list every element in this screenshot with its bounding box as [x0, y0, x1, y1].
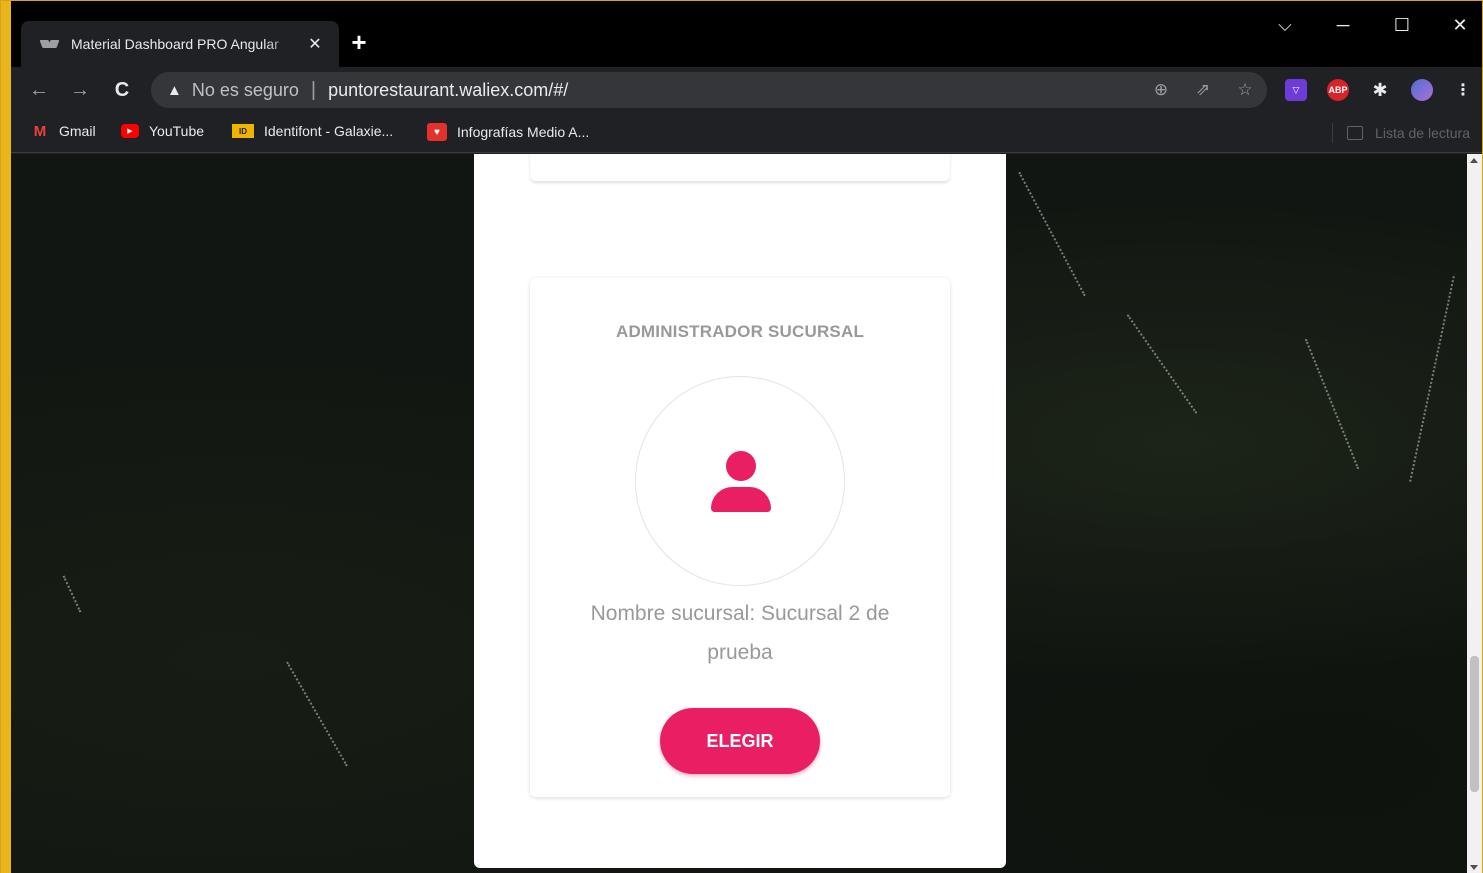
person-icon	[710, 451, 772, 513]
puzzle-icon[interactable]: ✱	[1369, 79, 1391, 101]
scrollbar-thumb[interactable]	[1470, 656, 1479, 792]
adblock-icon[interactable]: ABP	[1327, 79, 1349, 101]
reading-list-label: Lista de lectura	[1375, 125, 1470, 141]
bookmark-label: Infografías Medio A...	[457, 124, 590, 140]
youtube-icon: ▶	[121, 124, 139, 138]
background-stream	[1018, 171, 1086, 297]
bookmark-youtube[interactable]: ▶ YouTube	[121, 123, 204, 139]
choose-button[interactable]: ELEGIR	[660, 708, 820, 774]
content-panel: ADMINISTRADOR SUCURSAL Nombre sucursal: …	[474, 154, 1006, 868]
bookmark-infografias[interactable]: ♥ Infografías Medio A...	[427, 123, 589, 141]
reload-button[interactable]: C	[110, 79, 134, 102]
identifont-icon: ID	[232, 124, 254, 138]
bookmarks-bar: M Gmail ▶ YouTube ID Identifont - Galaxi…	[11, 113, 1482, 153]
warning-icon[interactable]: ▲	[167, 82, 182, 99]
gmail-icon: M	[33, 122, 47, 140]
window-close-icon[interactable]: ✕	[1448, 15, 1472, 36]
star-icon[interactable]: ☆	[1235, 80, 1255, 100]
tab-title: Material Dashboard PRO Angular	[71, 36, 279, 52]
role-title: ADMINISTRADOR SUCURSAL	[615, 322, 865, 341]
new-tab-button[interactable]: +	[345, 29, 373, 57]
url-text[interactable]: puntorestaurant.waliex.com/#/	[328, 80, 568, 101]
maximize-icon[interactable]: ☐	[1390, 15, 1414, 36]
bookmarks-divider	[1332, 123, 1334, 143]
address-bar[interactable]: ▲ No es seguro | puntorestaurant.waliex.…	[151, 72, 1267, 108]
forward-button[interactable]: →	[68, 79, 92, 102]
reading-list-icon	[1347, 126, 1364, 140]
zoom-icon[interactable]: ⊕	[1151, 80, 1171, 100]
scroll-up-icon[interactable]	[1470, 158, 1478, 163]
back-button[interactable]: ←	[27, 79, 51, 102]
avatar-icon[interactable]	[1411, 79, 1433, 101]
bookmark-identifont[interactable]: ID Identifont - Galaxie...	[232, 123, 393, 139]
background-stream	[1126, 314, 1198, 414]
minimize-icon[interactable]: ─	[1331, 15, 1355, 36]
scroll-down-icon[interactable]	[1470, 865, 1478, 870]
background-stream	[286, 661, 348, 767]
page-viewport: ADMINISTRADOR SUCURSAL Nombre sucursal: …	[11, 154, 1469, 873]
window-frame-edge	[1, 1, 11, 873]
tab-search-icon[interactable]: ⌵	[1273, 15, 1297, 36]
page-scrollbar[interactable]	[1467, 154, 1482, 873]
background-stream	[62, 575, 82, 613]
previous-card	[530, 154, 950, 181]
avatar	[635, 376, 845, 586]
site-favicon-icon	[41, 38, 59, 50]
security-label[interactable]: No es seguro	[192, 80, 299, 101]
tab-strip: Material Dashboard PRO Angular ✕ + ⌵ ─ ☐…	[11, 1, 1482, 67]
tab-close-icon[interactable]: ✕	[305, 34, 325, 54]
branch-name: Nombre sucursal: Sucursal 2 de prueba	[590, 602, 890, 664]
tab-active[interactable]: Material Dashboard PRO Angular ✕	[21, 21, 339, 67]
branch-card: ADMINISTRADOR SUCURSAL Nombre sucursal: …	[530, 278, 950, 797]
address-separator: |	[310, 78, 317, 101]
browser-window: Material Dashboard PRO Angular ✕ + ⌵ ─ ☐…	[0, 0, 1483, 873]
extension-icon[interactable]: ▽	[1285, 79, 1307, 101]
menu-icon[interactable]: ⋮	[1452, 79, 1474, 101]
background-stream	[1409, 276, 1455, 482]
browser-toolbar: ← → C ▲ No es seguro | puntorestaurant.w…	[11, 67, 1482, 113]
bookmark-label: Gmail	[59, 123, 96, 139]
bookmark-label: Identifont - Galaxie...	[264, 123, 394, 139]
reading-list[interactable]: Lista de lectura	[1332, 123, 1470, 143]
bookmark-gmail[interactable]: M Gmail	[31, 122, 96, 140]
share-icon[interactable]: ⇗	[1193, 80, 1213, 100]
background-stream	[1304, 338, 1360, 470]
bookmark-label: YouTube	[149, 123, 205, 139]
infografias-icon: ♥	[427, 123, 447, 141]
